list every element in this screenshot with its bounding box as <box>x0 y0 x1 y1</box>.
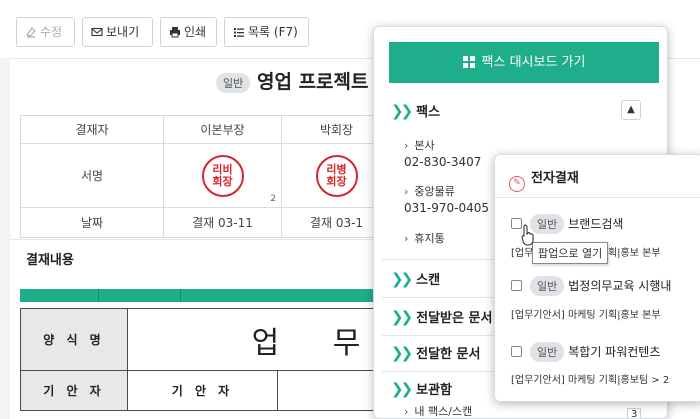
archive-item-my-fax[interactable]: › 내 팩스/스캔 <box>404 403 473 418</box>
item-name: 복합기 파워컨텐츠 <box>568 345 661 359</box>
drafter-value: 기 안 자 <box>127 370 278 411</box>
double-chevron-icon: ❯❯ <box>391 344 413 362</box>
section-fax-label: 팩스 <box>416 105 441 120</box>
approval-item[interactable]: 일반 브랜드검색 <box>511 214 700 234</box>
fax-item-hq[interactable]: › 본사 02-830-3407 <box>404 137 481 171</box>
list-icon <box>234 28 244 37</box>
section-received-label: 전달받은 문서 <box>416 311 493 326</box>
section-sent[interactable]: ❯❯ 전달한 문서 <box>391 343 480 362</box>
item-path: [업무기안서] 마케팅 기획|홍보 본부 <box>511 310 661 321</box>
signature-row-label: 서명 <box>20 143 164 208</box>
item-path: [업무기안서] 마케팅 기획|홍보팀 > 2 <box>511 375 670 386</box>
item-badge: 일반 <box>530 342 565 362</box>
list-label: 목록 (F7) <box>248 25 298 39</box>
date-row-label: 날짜 <box>20 207 164 238</box>
hand-cursor-icon <box>521 224 534 246</box>
archive-count-badge: 3 <box>627 408 642 418</box>
fax-item-label: 본사 <box>414 139 435 152</box>
section-archive-label: 보관함 <box>416 383 453 398</box>
stamp-count: 2 <box>270 194 276 204</box>
approver-row-label: 결재자 <box>20 115 164 144</box>
chevron-up-icon: ▲ <box>627 104 635 115</box>
send-label: 보내기 <box>106 25 140 39</box>
approval-stamp: 리병 회장 <box>315 154 358 197</box>
item-name: 법정의무교육 시행내 <box>568 279 672 293</box>
content-section-label: 결재내용 <box>26 253 74 268</box>
fax-item-label: 중앙물류 <box>414 185 455 198</box>
section-archive[interactable]: ❯❯ 보관함 <box>391 379 452 398</box>
approval-date: 결재 03-11 <box>163 207 282 238</box>
fax-item-number: 031-970-0405 <box>404 201 490 215</box>
item-badge: 일반 <box>530 214 565 234</box>
document-badge: 일반 <box>216 73 251 93</box>
approval-panel-header: ✎ 전자결재 <box>509 167 579 192</box>
approval-table: 결재자 이본부장 박회장 서명 리비 회장 2 리병 회장 날짜 결재 03-11 … <box>20 115 392 238</box>
collapse-button[interactable]: ▲ <box>621 100 641 120</box>
copy-icon[interactable] <box>511 346 522 357</box>
section-sent-label: 전달한 문서 <box>416 347 481 362</box>
section-fax[interactable]: ❯❯ 팩스 <box>391 101 440 120</box>
section-scan-label: 스캔 <box>416 273 441 288</box>
popup-tooltip: 팝업으로 열기 <box>532 242 609 264</box>
list-button[interactable]: 목록 (F7) <box>224 17 309 47</box>
printer-icon <box>170 27 180 38</box>
chevron-right-icon: › <box>404 139 409 152</box>
fax-item-label: 휴지통 <box>414 232 445 245</box>
copy-icon[interactable] <box>511 280 522 291</box>
chevron-right-icon: › <box>404 405 409 418</box>
signature-cell: 리비 회장 2 <box>163 143 282 208</box>
archive-item-label: 내 팩스/스캔 <box>414 405 473 418</box>
chevron-right-icon: › <box>404 232 409 245</box>
divider <box>495 197 700 198</box>
print-button[interactable]: 인쇄 <box>160 17 217 47</box>
section-received[interactable]: ❯❯ 전달받은 문서 <box>391 307 492 326</box>
eraser-icon <box>26 27 36 38</box>
double-chevron-icon: ❯❯ <box>391 380 413 398</box>
item-name: 브랜드검색 <box>568 217 624 231</box>
send-button[interactable]: 보내기 <box>82 17 153 47</box>
print-label: 인쇄 <box>184 25 207 39</box>
envelope-icon <box>91 27 103 37</box>
fax-dashboard-label: 팩스 대시보드 가기 <box>481 55 586 70</box>
double-chevron-icon: ❯❯ <box>391 270 413 288</box>
stamp-text: 회장 <box>212 174 233 188</box>
form-type-label: 양 식 명 <box>20 308 128 371</box>
approval-panel: ✎전자결재 일반브랜드검색 [업무기안서] 마케팅 기획|홍보 본부 일반법정의… <box>494 154 700 402</box>
item-badge: 일반 <box>530 276 565 296</box>
stamp-text: 회장 <box>326 174 347 188</box>
fax-item-logistics[interactable]: › 중앙물류 031-970-0405 <box>404 183 489 217</box>
double-chevron-icon: ❯❯ <box>391 308 413 326</box>
approval-panel-title: 전자결재 <box>531 171 579 186</box>
approval-stamp: 리비 회장 <box>201 154 244 197</box>
chevron-right-icon: › <box>404 185 409 198</box>
edit-label: 수정 <box>40 25 63 39</box>
grid-icon <box>462 56 475 68</box>
drafter-header: 기 안 자 <box>20 370 128 411</box>
section-scan[interactable]: ❯❯ 스캔 <box>391 269 440 288</box>
document-title: 영업 프로젝트 <box>257 71 369 93</box>
edit-button[interactable]: 수정 <box>16 17 75 47</box>
fax-dashboard-button[interactable]: 팩스 대시보드 가기 <box>389 42 659 83</box>
pen-icon: ✎ <box>509 176 525 192</box>
double-chevron-icon: ❯❯ <box>391 102 413 120</box>
approval-item[interactable]: 일반 법정의무교육 시행내 <box>511 276 700 296</box>
approval-item[interactable]: 일반 복합기 파워컨텐츠 <box>511 342 700 362</box>
approver-role: 이본부장 <box>163 115 282 144</box>
fax-item-number: 02-830-3407 <box>404 155 482 169</box>
fax-item-trash[interactable]: › 휴지통 <box>404 230 445 247</box>
